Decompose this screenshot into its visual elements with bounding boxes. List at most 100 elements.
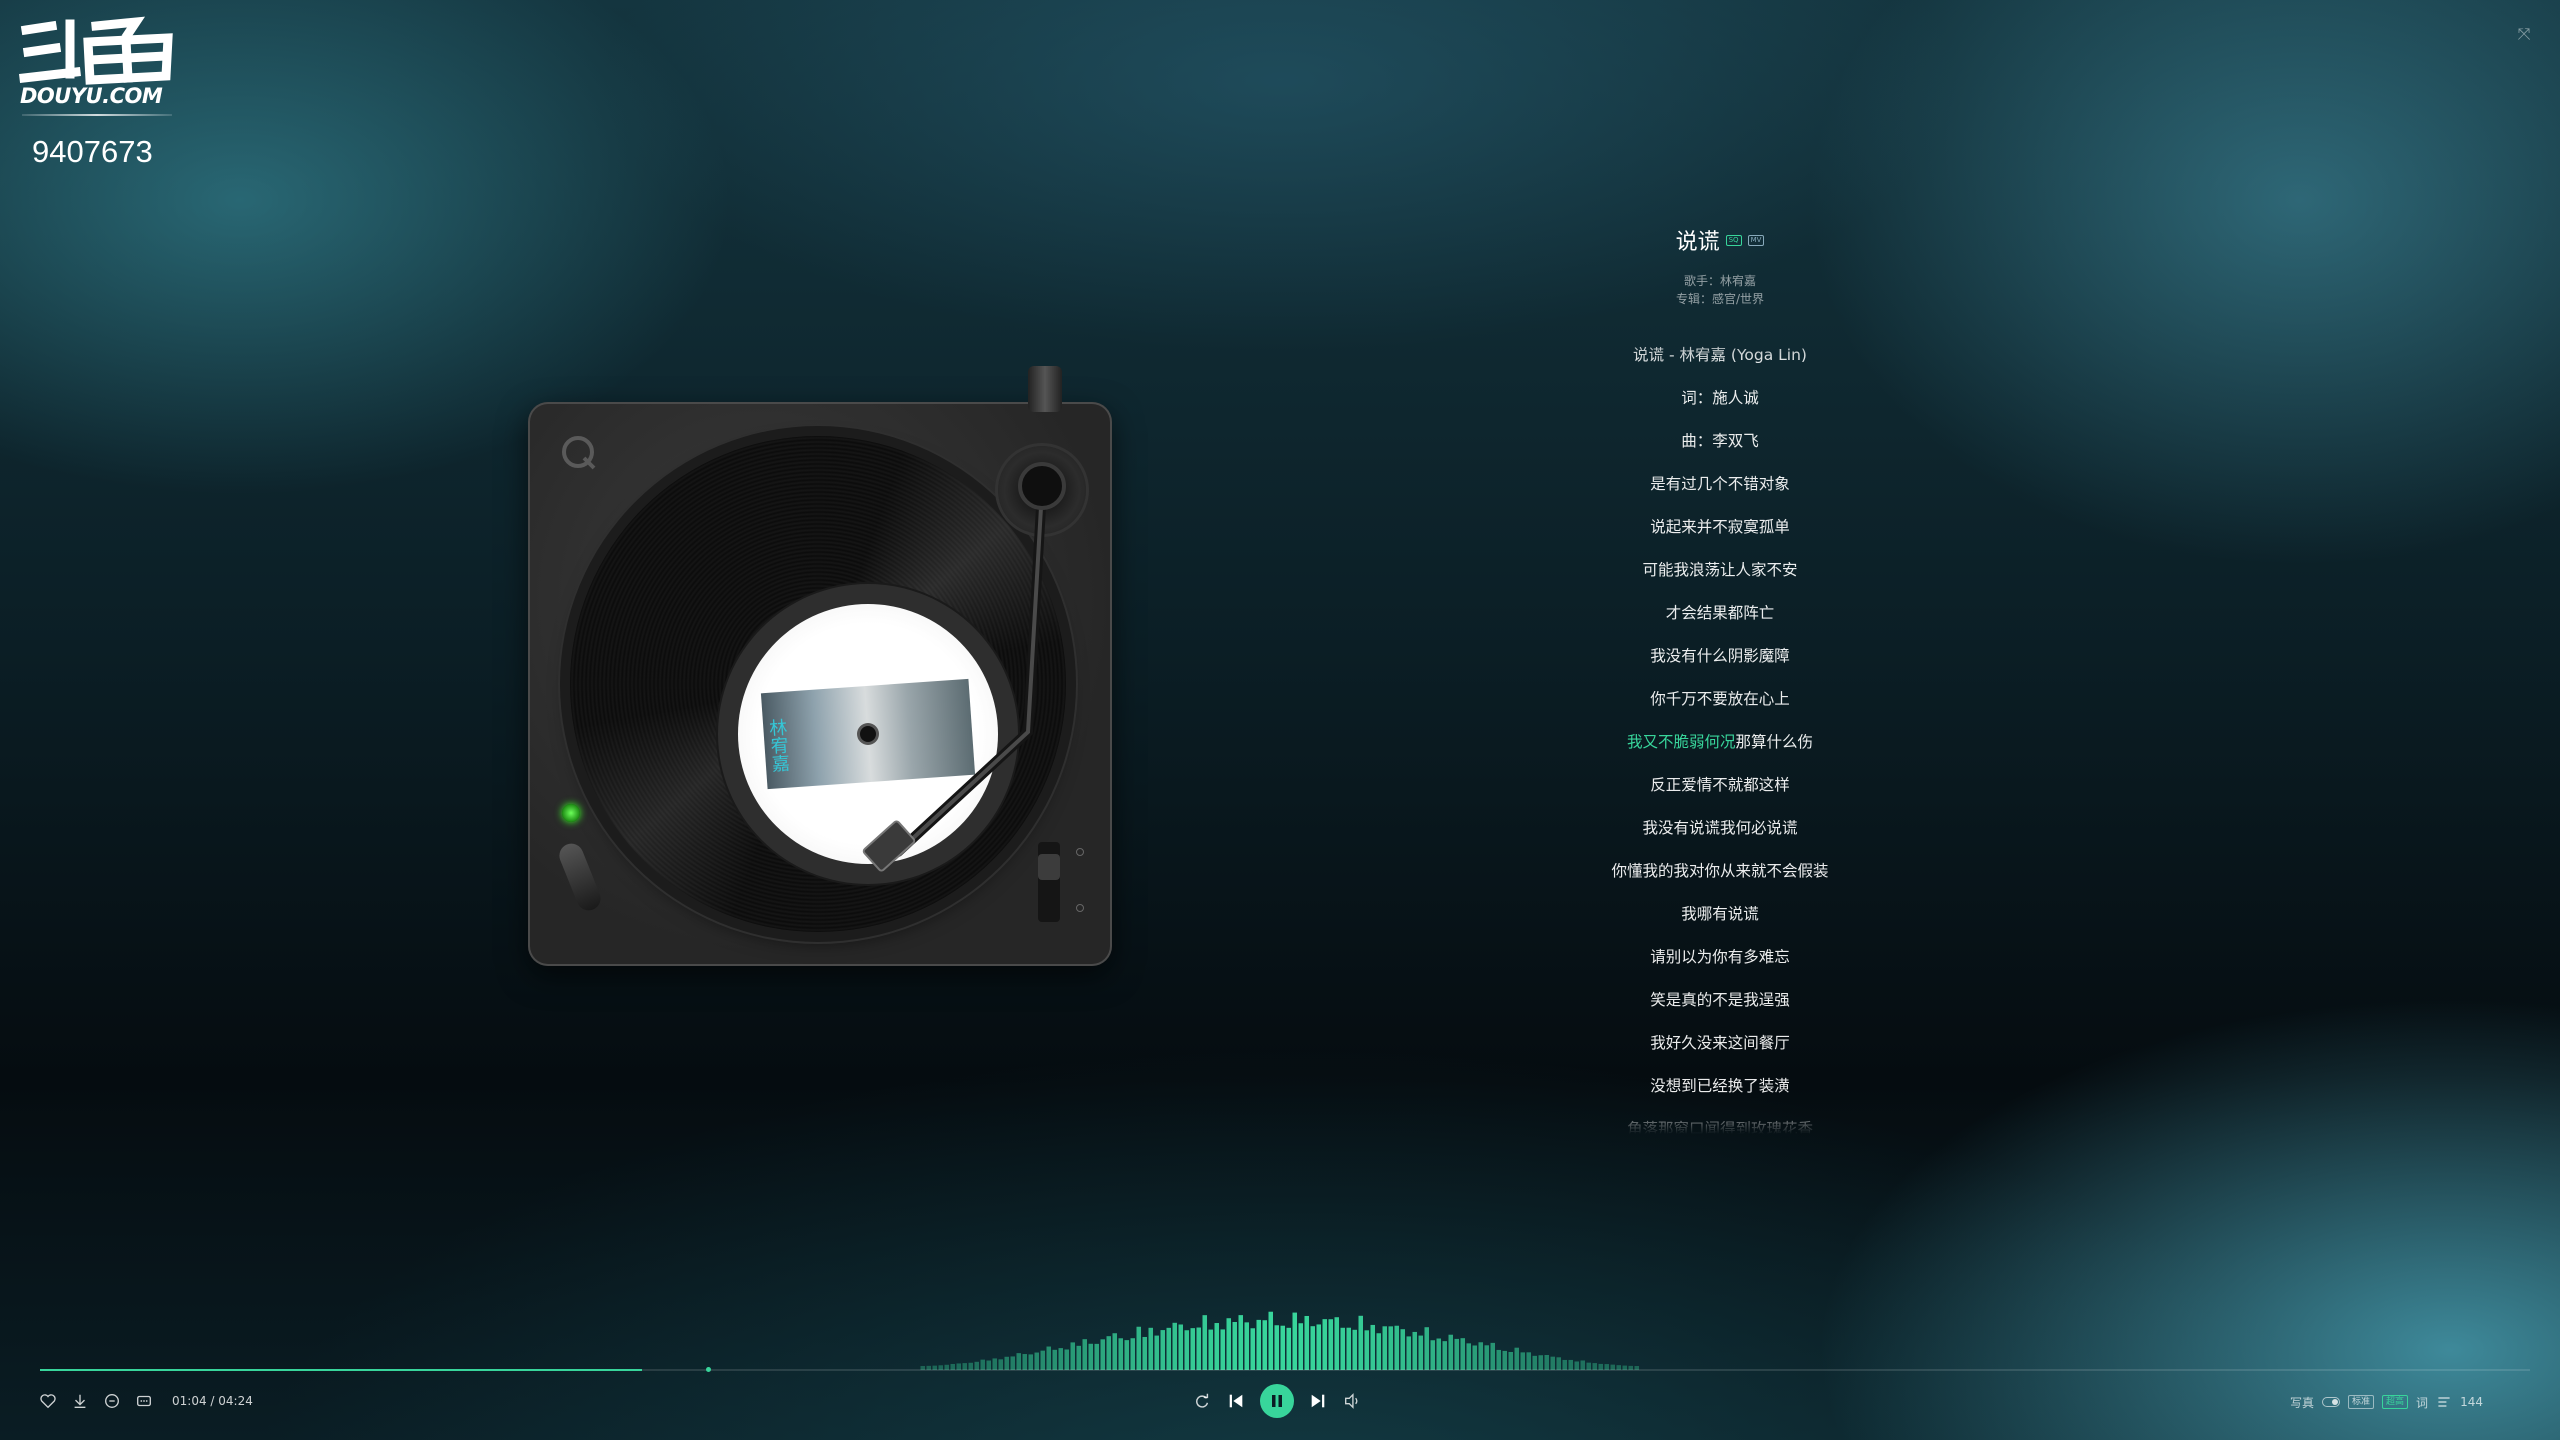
visualizer-bar — [1226, 1318, 1231, 1370]
visualizer-bar — [1544, 1355, 1549, 1370]
comment-icon[interactable] — [102, 1391, 122, 1411]
visualizer-bar — [1028, 1354, 1033, 1370]
next-icon[interactable] — [1308, 1391, 1328, 1411]
visualizer-bar — [1100, 1339, 1105, 1370]
visualizer-bar — [1502, 1350, 1507, 1370]
visualizer-bar — [1454, 1338, 1459, 1370]
progress-bar[interactable] — [40, 1367, 2530, 1372]
visualizer-bar — [1010, 1356, 1015, 1370]
visualizer-bar — [1238, 1315, 1243, 1370]
visualizer-bar — [1412, 1331, 1417, 1370]
visualizer-bar — [1526, 1352, 1531, 1370]
visualizer-bar — [1004, 1356, 1009, 1370]
song-title: 说谎 — [1675, 230, 1720, 255]
visualizer-bar — [1148, 1327, 1153, 1370]
photo-mode-toggle[interactable] — [2322, 1397, 2341, 1407]
lyric-line: 可能我浪荡让人家不安 — [1642, 561, 1798, 579]
switch-mark-bottom — [1076, 904, 1084, 912]
room-id: 9407673 — [32, 134, 153, 169]
current-lyric-unsung: 那算什么伤 — [1735, 733, 1814, 751]
switch-mark-top — [1076, 848, 1084, 856]
lyric-toggle[interactable]: 词 — [2416, 1394, 2428, 1411]
lyric-line: 笑是真的不是我逞强 — [1650, 991, 1790, 1009]
visualizer-bar — [1304, 1315, 1309, 1370]
visualizer-bar — [1094, 1343, 1099, 1370]
visualizer-bar — [1382, 1326, 1387, 1370]
quality-hq[interactable]: 超高 — [2382, 1395, 2409, 1409]
pause-button[interactable] — [1260, 1384, 1294, 1418]
prev-icon[interactable] — [1226, 1391, 1246, 1411]
visualizer-bar — [1424, 1327, 1429, 1370]
lyric-line: 我哪有说谎 — [1681, 905, 1759, 923]
volume-icon[interactable] — [1342, 1391, 1362, 1411]
lyric-line: 说起来并不寂寞孤单 — [1650, 518, 1790, 536]
visualizer-bar — [1484, 1345, 1489, 1370]
visualizer-bar — [1154, 1335, 1159, 1370]
playlist-count[interactable]: 144 — [2460, 1395, 2483, 1409]
lyric-line: 词：施人诚 — [1681, 389, 1759, 407]
visualizer-bar — [1058, 1348, 1063, 1370]
visualizer-bar — [1130, 1338, 1135, 1370]
visualizer-bar — [1214, 1323, 1219, 1370]
visualizer-bar — [1202, 1315, 1207, 1370]
visualizer-bar — [1178, 1324, 1183, 1370]
photo-mode-label: 写真 — [2290, 1395, 2315, 1410]
sq-badge: SQ — [1725, 234, 1742, 246]
visualizer-bar — [1286, 1327, 1291, 1370]
more-icon[interactable] — [134, 1391, 154, 1411]
lyric-line: 说谎 - 林宥嘉 (Yoga Lin) — [1633, 346, 1807, 364]
visualizer-bar — [1364, 1330, 1369, 1370]
visualizer-bar — [1322, 1319, 1327, 1370]
mv-badge[interactable]: MV — [1747, 234, 1765, 246]
power-led — [562, 804, 580, 822]
visualizer-bar — [1514, 1347, 1519, 1370]
progress-handle[interactable] — [705, 1367, 711, 1372]
progress-fill — [40, 1369, 642, 1371]
lyric-line: 你懂我的我对你从来就不会假装 — [1611, 862, 1829, 880]
lyric-line: 我没有说谎我何必说谎 — [1642, 819, 1798, 837]
visualizer-bar — [1244, 1322, 1249, 1370]
visualizer-bar — [1184, 1330, 1189, 1370]
playback-controls — [1192, 1384, 1362, 1418]
lyrics-panel[interactable]: 说谎 - 林宥嘉 (Yoga Lin) 词：施人诚 曲：李双飞 是有过几个不错对… — [1520, 334, 1920, 1134]
visualizer-bar — [1430, 1340, 1435, 1370]
visualizer-bar — [1052, 1349, 1057, 1370]
visualizer-bar — [1220, 1329, 1225, 1370]
visualizer-bar — [1550, 1356, 1555, 1370]
quality-standard[interactable]: 标准 — [2348, 1395, 2375, 1409]
speed-switch-thumb[interactable] — [1038, 854, 1060, 880]
lyric-line: 曲：李双飞 — [1681, 432, 1759, 450]
heart-icon[interactable] — [38, 1391, 58, 1411]
turntable: 林宥嘉 — [528, 366, 1112, 966]
lyric-line: 你千万不要放在心上 — [1650, 690, 1790, 708]
visualizer-bar — [1394, 1325, 1399, 1370]
visualizer-bar — [1166, 1327, 1171, 1370]
visualizer-bar — [1298, 1323, 1303, 1370]
lyric-line: 角落那窗口闻得到玫瑰花香 — [1626, 1120, 1813, 1134]
loop-icon[interactable] — [1192, 1391, 1212, 1411]
collapse-icon[interactable]: ⤧ — [2514, 24, 2534, 44]
song-info: 说谎 SQ MV 歌手：林宥嘉 专辑：感官/世界 — [1520, 222, 1920, 308]
song-actions: 01:04 / 04:24 — [38, 1390, 253, 1412]
visualizer-bar — [1256, 1319, 1261, 1370]
download-icon[interactable] — [70, 1391, 90, 1411]
lyric-line: 才会结果都阵亡 — [1665, 604, 1775, 622]
visualizer-bar — [1340, 1327, 1345, 1370]
lyric-line: 没想到已经换了装潢 — [1650, 1077, 1790, 1095]
visualizer-bar — [1442, 1341, 1447, 1370]
album-line[interactable]: 专辑：感官/世界 — [1520, 290, 1920, 308]
visualizer-bar — [1334, 1317, 1339, 1370]
visualizer-bar — [1358, 1315, 1363, 1370]
visualizer-bar — [1082, 1339, 1087, 1370]
lyric-line: 我好久没来这间餐厅 — [1650, 1034, 1790, 1052]
visualizer-bar — [1376, 1333, 1381, 1370]
visualizer-bar — [1328, 1319, 1333, 1370]
visualizer-bar — [1400, 1329, 1405, 1370]
lyric-line: 是有过几个不错对象 — [1650, 475, 1790, 493]
visualizer-bar — [1136, 1326, 1141, 1370]
visualizer-bar — [1472, 1345, 1477, 1370]
visualizer-bar — [1124, 1340, 1129, 1370]
playlist-icon[interactable] — [2436, 1394, 2452, 1410]
visualizer-bar — [1160, 1330, 1165, 1370]
singer-line[interactable]: 歌手：林宥嘉 — [1520, 272, 1920, 290]
